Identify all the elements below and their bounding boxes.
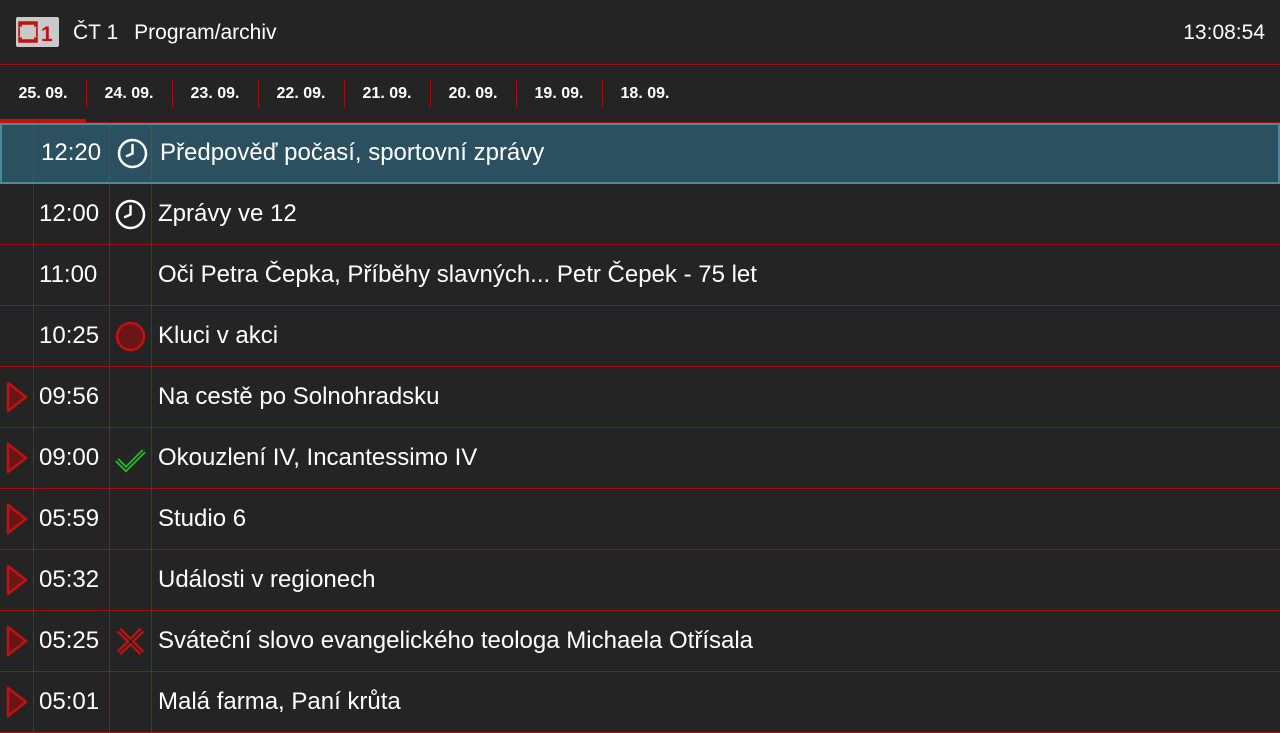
program-title: Kluci v akci [158, 322, 279, 349]
column-divider [109, 306, 110, 366]
column-divider [151, 367, 152, 427]
program-time: 09:00 [39, 444, 100, 471]
column-divider [33, 550, 34, 610]
program-time: 05:59 [39, 505, 100, 532]
play-icon[interactable] [6, 442, 28, 474]
clock-icon [116, 137, 149, 170]
header: 1 ČT 1 Program/archiv 13:08:54 [0, 0, 1280, 65]
date-tabs: 25. 09. 24. 09. 23. 09. 22. 09. 21. 09. … [0, 65, 1280, 123]
column-divider [33, 125, 34, 182]
program-title: Okouzlení IV, Incantessimo IV [158, 444, 478, 471]
record-icon [114, 320, 147, 353]
program-time: 05:01 [39, 688, 100, 715]
column-divider [151, 550, 152, 610]
program-row[interactable]: 05:32 Události v regionech [0, 550, 1280, 611]
program-row[interactable]: 09:00 Okouzlení IV, Incantessimo IV [0, 428, 1280, 489]
tab-19-09[interactable]: 19. 09. [516, 65, 602, 123]
tab-25-09[interactable]: 25. 09. [0, 65, 86, 123]
program-time: 05:25 [39, 627, 100, 654]
program-title: Události v regionech [158, 566, 376, 593]
svg-text:1: 1 [41, 23, 53, 46]
program-row[interactable]: 10:25 Kluci v akci [0, 306, 1280, 367]
program-title: Malá farma, Paní krůta [158, 688, 401, 715]
section-name: Program/archiv [134, 21, 277, 44]
program-title: Předpověď počasí, sportovní zprávy [160, 139, 545, 166]
program-row[interactable]: 11:00 Oči Petra Čepka, Příběhy slavných..… [0, 245, 1280, 306]
column-divider [109, 611, 110, 671]
check-icon [114, 442, 147, 475]
program-list: 12:20 Předpověď počasí, sportovní zprávy 1… [0, 123, 1280, 733]
play-icon[interactable] [6, 625, 28, 657]
program-title: Zprávy ve 12 [158, 200, 297, 227]
channel-name: ČT 1 [73, 21, 119, 44]
program-row[interactable]: 12:20 Předpověď počasí, sportovní zprávy [0, 123, 1280, 184]
play-icon[interactable] [6, 686, 28, 718]
tab-21-09[interactable]: 21. 09. [344, 65, 430, 123]
column-divider [33, 367, 34, 427]
column-divider [33, 428, 34, 488]
column-divider [151, 184, 152, 244]
ct1-logo: 1 [16, 17, 59, 47]
program-title: Oči Petra Čepka, Příběhy slavných... Pet… [158, 261, 757, 288]
column-divider [151, 125, 152, 182]
channel-title: ČT 1 Program/archiv [73, 20, 277, 46]
column-divider [109, 245, 110, 305]
tab-20-09[interactable]: 20. 09. [430, 65, 516, 123]
column-divider [151, 306, 152, 366]
program-time: 11:00 [39, 261, 98, 288]
tab-22-09[interactable]: 22. 09. [258, 65, 344, 123]
play-icon[interactable] [6, 503, 28, 535]
tab-23-09[interactable]: 23. 09. [172, 65, 258, 123]
tab-18-09[interactable]: 18. 09. [602, 65, 688, 123]
program-row[interactable]: 05:59 Studio 6 [0, 489, 1280, 550]
program-row[interactable]: 05:25 Sváteční slovo evangelického teolog… [0, 611, 1280, 672]
program-row[interactable]: 12:00 Zprávy ve 12 [0, 184, 1280, 245]
column-divider [151, 245, 152, 305]
column-divider [109, 428, 110, 488]
column-divider [33, 611, 34, 671]
program-time: 05:32 [39, 566, 100, 593]
column-divider [109, 672, 110, 732]
program-row[interactable]: 09:56 Na cestě po Solnohradsku [0, 367, 1280, 428]
column-divider [109, 367, 110, 427]
column-divider [109, 184, 110, 244]
clock: 13:08:54 [1183, 21, 1265, 44]
program-title: Na cestě po Solnohradsku [158, 383, 440, 410]
play-icon[interactable] [6, 564, 28, 596]
program-title: Studio 6 [158, 505, 247, 532]
program-time: 09:56 [39, 383, 100, 410]
column-divider [33, 184, 34, 244]
column-divider [33, 489, 34, 549]
program-time: 12:20 [41, 139, 102, 166]
column-divider [33, 306, 34, 366]
play-icon[interactable] [6, 381, 28, 413]
column-divider [151, 428, 152, 488]
program-time: 12:00 [39, 200, 100, 227]
column-divider [33, 672, 34, 732]
column-divider [151, 611, 152, 671]
column-divider [151, 672, 152, 732]
program-time: 10:25 [39, 322, 100, 349]
column-divider [33, 245, 34, 305]
column-divider [109, 489, 110, 549]
clock-icon [114, 198, 147, 231]
program-row[interactable]: 05:01 Malá farma, Paní krůta [0, 672, 1280, 733]
cross-icon [114, 625, 147, 658]
tab-24-09[interactable]: 24. 09. [86, 65, 172, 123]
column-divider [151, 489, 152, 549]
column-divider [109, 550, 110, 610]
program-title: Sváteční slovo evangelického teologa Mic… [158, 627, 754, 654]
column-divider [109, 125, 110, 182]
